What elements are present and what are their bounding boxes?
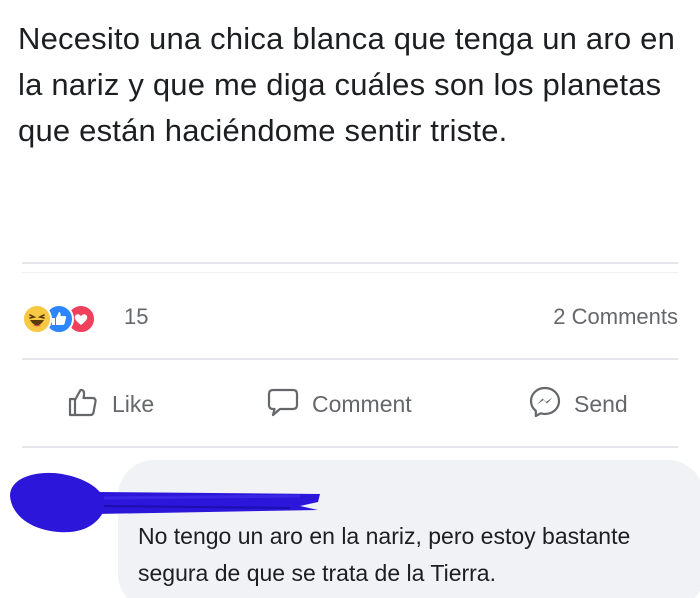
comments-count-link[interactable]: 2 Comments — [553, 304, 678, 330]
reaction-icons[interactable] — [22, 304, 122, 334]
facebook-post: Necesito una chica blanca que tenga un a… — [0, 0, 700, 598]
reaction-count[interactable]: 15 — [124, 304, 148, 330]
comment-text: No tengo un aro en la nariz, pero estoy … — [138, 523, 631, 586]
speech-bubble-icon — [266, 385, 300, 424]
post-actions: Like Comment Send — [22, 372, 678, 438]
reactions-summary[interactable]: 15 2 Comments — [22, 300, 678, 336]
divider — [22, 262, 678, 264]
divider — [22, 272, 678, 273]
haha-icon — [22, 304, 52, 334]
comment-button[interactable]: Comment — [266, 386, 412, 422]
divider — [22, 358, 678, 360]
send-button[interactable]: Send — [528, 386, 628, 422]
comment: No tengo un aro en la nariz, pero estoy … — [0, 448, 700, 598]
send-label: Send — [574, 390, 628, 417]
like-button[interactable]: Like — [66, 386, 154, 422]
messenger-icon — [528, 385, 562, 424]
comment-label: Comment — [312, 390, 412, 417]
thumbs-up-icon — [66, 385, 100, 424]
like-label: Like — [112, 390, 155, 417]
post-text: Necesito una chica blanca que tenga un a… — [18, 21, 676, 148]
